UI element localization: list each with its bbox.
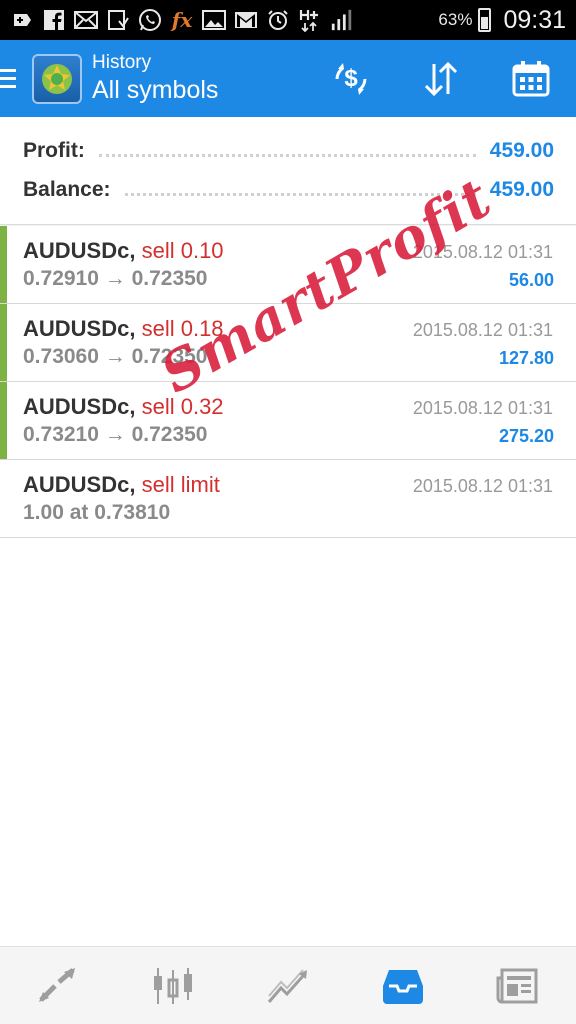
deal-prices: 0.72910 → 0.72350 — [23, 267, 208, 290]
order-title: AUDUSDc, sell limit — [23, 472, 220, 498]
deal-profit: 127.80 — [498, 348, 554, 368]
nav-history[interactable] — [346, 947, 461, 1024]
fx-icon: fx — [171, 8, 193, 32]
deal-time: 2015.08.12 01:31 — [412, 320, 553, 340]
order-symbol: AUDUSDc, — [23, 472, 136, 497]
balance-label: Balance: — [23, 178, 111, 201]
profit-indicator — [0, 304, 7, 381]
clock: 09:31 — [503, 5, 566, 34]
order-time: 2015.08.12 01:31 — [412, 476, 553, 496]
sort-button[interactable] — [396, 40, 486, 117]
bottom-navigation — [0, 946, 576, 1024]
status-bar: fx 63% 09:31 — [0, 0, 576, 40]
mail-icon — [74, 9, 98, 31]
order-volume-price: 1.00 at 0.73810 — [23, 501, 171, 524]
svg-text:$: $ — [344, 65, 358, 92]
download-icon — [106, 9, 130, 31]
calendar-button[interactable] — [486, 40, 576, 117]
deal-time: 2015.08.12 01:31 — [412, 398, 553, 418]
trade-icon — [267, 968, 307, 1003]
filter-symbol-button[interactable]: $ — [306, 40, 396, 117]
hplus-icon — [298, 9, 322, 32]
deal-symbol: AUDUSDc, — [23, 316, 136, 341]
news-icon — [496, 968, 538, 1003]
page-title: History — [92, 51, 152, 73]
battery-icon — [478, 8, 492, 32]
profit-value: 459.00 — [489, 139, 554, 162]
profit-row: Profit: 459.00 — [23, 135, 554, 167]
notification-icons: fx — [10, 8, 438, 32]
nav-chart[interactable] — [115, 947, 230, 1024]
app-bar: History All symbols $ — [0, 40, 576, 117]
menu-icon[interactable] — [0, 59, 22, 99]
dollar-refresh-icon: $ — [335, 62, 367, 95]
whatsapp-icon — [138, 9, 162, 31]
gmail-icon — [234, 9, 258, 31]
profit-label: Profit: — [23, 139, 85, 162]
battery-percent: 63% — [438, 10, 473, 29]
plus-box-icon — [10, 9, 34, 31]
metatrader-logo-icon[interactable] — [32, 53, 82, 104]
history-row[interactable]: AUDUSDc, sell limit 1.00 at 0.73810 2015… — [0, 460, 576, 538]
chart-icon — [153, 967, 192, 1004]
nav-quotes[interactable] — [0, 947, 115, 1024]
history-row[interactable]: AUDUSDc, sell 0.32 0.73210 → 0.72350 201… — [0, 382, 576, 460]
image-icon — [202, 9, 226, 31]
dotted-leader — [98, 153, 476, 157]
deal-profit: 56.00 — [508, 270, 554, 290]
deal-symbol: AUDUSDc, — [23, 394, 136, 419]
signal-icon — [330, 9, 354, 31]
symbol-filter: All symbols — [92, 75, 219, 104]
nav-news[interactable] — [461, 947, 576, 1024]
history-icon — [383, 969, 424, 1004]
app-bar-titles[interactable]: History All symbols — [92, 52, 218, 106]
nav-trade[interactable] — [230, 947, 345, 1024]
deal-title: AUDUSDc, sell 0.10 — [23, 238, 224, 264]
calendar-icon — [512, 60, 550, 96]
alarm-icon — [266, 9, 290, 31]
facebook-icon — [42, 9, 66, 31]
deal-symbol: AUDUSDc, — [23, 238, 136, 263]
profit-indicator — [0, 382, 7, 459]
quotes-icon — [38, 967, 75, 1002]
balance-value: 459.00 — [489, 178, 554, 201]
profit-indicator — [0, 226, 7, 303]
sort-arrows-icon — [424, 61, 458, 96]
deal-prices: 0.73210 → 0.72350 — [23, 423, 208, 446]
order-type: sell limit — [141, 472, 220, 497]
deal-profit: 275.20 — [498, 426, 554, 446]
deal-action: sell 0.10 — [141, 238, 224, 263]
